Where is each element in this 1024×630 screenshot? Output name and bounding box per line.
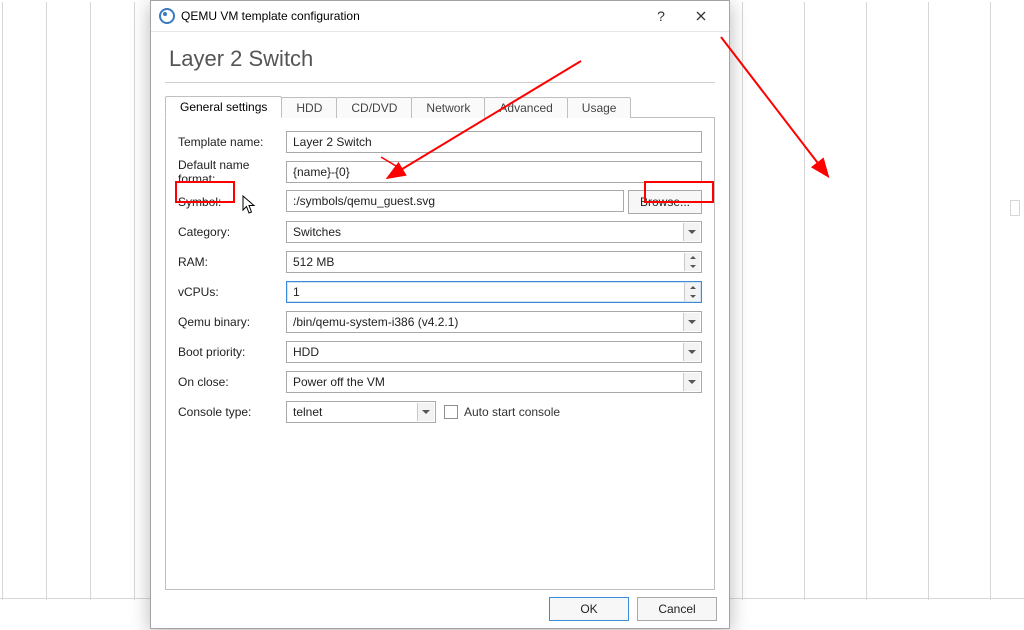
- tab-advanced[interactable]: Advanced: [484, 97, 567, 118]
- tabs: General settings HDD CD/DVD Network Adva…: [165, 95, 715, 118]
- template-name-label: Template name:: [178, 135, 286, 149]
- console-type-value: telnet: [293, 405, 322, 419]
- dialog-footer: OK Cancel: [151, 590, 729, 628]
- cancel-button[interactable]: Cancel: [637, 597, 717, 621]
- boot-priority-label: Boot priority:: [178, 345, 286, 359]
- ram-value: 512 MB: [293, 255, 334, 269]
- ram-spinner[interactable]: 512 MB: [286, 251, 702, 273]
- chevron-down-icon: [683, 313, 700, 331]
- gns3-app-icon: [159, 8, 175, 24]
- tab-general-settings[interactable]: General settings: [165, 96, 282, 118]
- on-close-value: Power off the VM: [293, 375, 385, 389]
- chevron-down-icon: [683, 373, 700, 391]
- console-type-label: Console type:: [178, 405, 286, 419]
- general-settings-panel: Template name: Layer 2 Switch Default na…: [165, 118, 715, 590]
- auto-start-console-label: Auto start console: [464, 405, 560, 419]
- spinner-buttons[interactable]: [684, 253, 700, 271]
- titlebar: QEMU VM template configuration ?: [151, 1, 729, 32]
- tab-network[interactable]: Network: [411, 97, 485, 118]
- browse-button[interactable]: Browse...: [628, 190, 702, 214]
- window-title: QEMU VM template configuration: [181, 9, 641, 23]
- vcpus-label: vCPUs:: [178, 285, 286, 299]
- close-button[interactable]: [681, 2, 721, 30]
- dialog-content: Layer 2 Switch General settings HDD CD/D…: [151, 32, 729, 590]
- template-name-input[interactable]: Layer 2 Switch: [286, 131, 702, 153]
- qemu-binary-label: Qemu binary:: [178, 315, 286, 329]
- boot-priority-select[interactable]: HDD: [286, 341, 702, 363]
- on-close-select[interactable]: Power off the VM: [286, 371, 702, 393]
- tab-cddvd[interactable]: CD/DVD: [336, 97, 412, 118]
- vcpus-value: 1: [293, 285, 300, 299]
- close-icon: [696, 11, 706, 21]
- chevron-down-icon: [417, 403, 434, 421]
- qemu-binary-value: /bin/qemu-system-i386 (v4.2.1): [293, 315, 458, 329]
- vcpus-spinner[interactable]: 1: [286, 281, 702, 303]
- page-title: Layer 2 Switch: [165, 42, 715, 83]
- chevron-down-icon: [683, 343, 700, 361]
- default-name-format-input[interactable]: {name}-{0}: [286, 161, 702, 183]
- help-button[interactable]: ?: [641, 2, 681, 30]
- on-close-label: On close:: [178, 375, 286, 389]
- qemu-template-config-dialog: QEMU VM template configuration ? Layer 2…: [150, 0, 730, 629]
- category-label: Category:: [178, 225, 286, 239]
- auto-start-console-checkbox[interactable]: Auto start console: [444, 405, 560, 419]
- qemu-binary-select[interactable]: /bin/qemu-system-i386 (v4.2.1): [286, 311, 702, 333]
- boot-priority-value: HDD: [293, 345, 319, 359]
- chevron-down-icon: [683, 223, 700, 241]
- symbol-input[interactable]: :/symbols/qemu_guest.svg: [286, 190, 624, 212]
- ram-label: RAM:: [178, 255, 286, 269]
- tab-hdd[interactable]: HDD: [281, 97, 337, 118]
- category-value: Switches: [293, 225, 341, 239]
- checkbox-box-icon: [444, 405, 458, 419]
- default-name-format-label: Default name format:: [178, 158, 286, 186]
- symbol-label: Symbol:: [178, 195, 286, 209]
- category-select[interactable]: Switches: [286, 221, 702, 243]
- tab-usage[interactable]: Usage: [567, 97, 632, 118]
- ok-button[interactable]: OK: [549, 597, 629, 621]
- spinner-buttons[interactable]: [684, 283, 700, 301]
- console-type-select[interactable]: telnet: [286, 401, 436, 423]
